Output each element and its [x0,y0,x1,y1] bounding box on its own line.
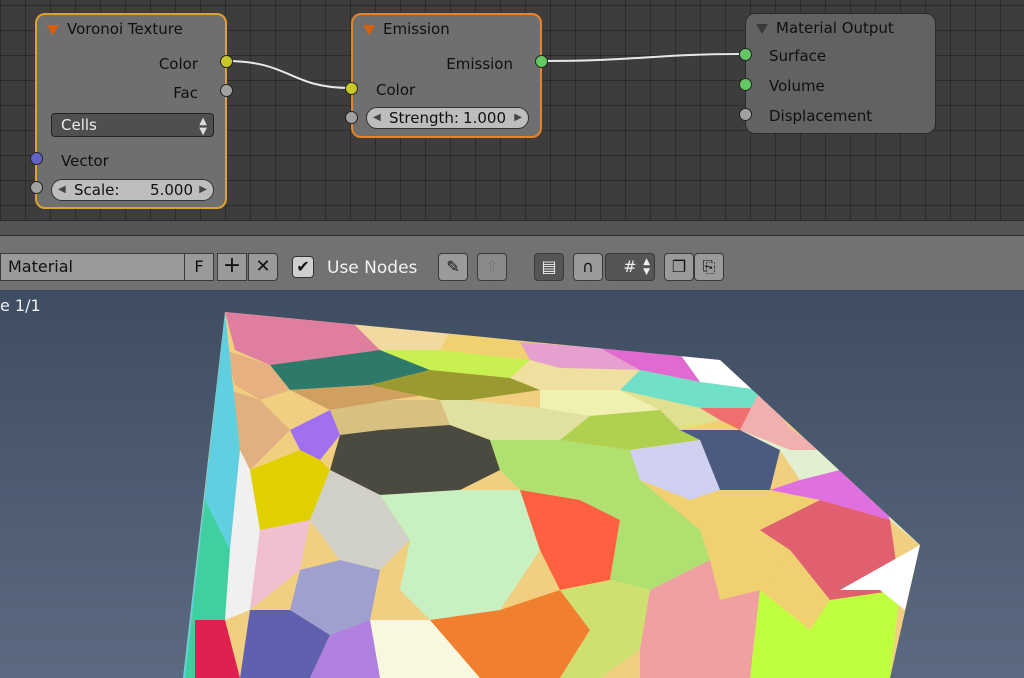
pin-icon: ✎ [446,257,460,276]
voronoi-scale-field[interactable]: ◀ Scale: 5.000 ▶ [51,179,214,201]
select-arrows-icon: ▲ ▼ [643,257,650,277]
voronoi-node-title: Voronoi Texture [67,20,183,38]
checkmark-icon: ✔ [296,257,310,276]
paste-nodes-button[interactable]: ⎘ [694,253,724,281]
plus-icon: + [222,253,242,278]
emission-input-color-label: Color [376,81,416,99]
grid-snap-icon: # [623,257,637,276]
material-output-volume-label: Volume [769,77,825,95]
voronoi-fac-output-socket[interactable] [220,84,233,97]
volume-input-socket[interactable] [739,78,752,91]
pin-button[interactable]: ✎ [438,253,468,281]
link-color-to-color [225,60,351,89]
arrow-up-icon: ⇧ [485,257,499,276]
emission-node-title: Emission [383,20,450,38]
backdrop-button[interactable]: ▤ [534,253,564,281]
emission-node[interactable]: Emission Emission Color ◀ Strength: 1.00… [351,13,542,138]
voronoi-scale-label: Scale: [74,181,120,199]
voronoi-vector-input-socket[interactable] [30,152,43,165]
link-emission-to-surface [541,53,746,62]
material-output-node-title: Material Output [776,19,894,37]
emission-strength-label: Strength: [389,109,459,127]
decrement-arrow-icon[interactable]: ◀ [373,108,381,128]
unlink-material-button[interactable]: ✕ [248,253,278,281]
voronoi-input-vector-label: Vector [61,152,109,170]
voronoi-scale-value: 5.000 [150,181,193,199]
copy-nodes-button[interactable]: ❐ [664,253,694,281]
close-icon: ✕ [255,256,271,277]
increment-arrow-icon[interactable]: ▶ [199,180,207,200]
material-name-value: Material [8,257,73,276]
voronoi-node-header[interactable]: Voronoi Texture [37,15,225,43]
select-arrows-icon: ▲ ▼ [199,116,207,137]
collapse-triangle-icon[interactable] [47,25,59,35]
material-name-field[interactable]: Material [0,253,185,281]
voronoi-output-color-label: Color [158,55,198,73]
area-divider[interactable] [0,220,1024,236]
surface-input-socket[interactable] [739,48,752,61]
emission-strength-field[interactable]: ◀ Strength: 1.000 ▶ [366,107,529,129]
collapse-triangle-icon[interactable] [363,25,375,35]
snap-toggle-button[interactable]: ∩ [573,253,603,281]
material-output-surface-label: Surface [769,47,827,65]
fake-user-label: F [194,257,204,276]
snap-element-select[interactable]: # ▲ ▼ [605,253,655,281]
new-material-button[interactable]: + [217,253,247,281]
voronoi-coloring-select[interactable]: Cells ▲ ▼ [51,113,214,137]
displacement-input-socket[interactable] [739,108,752,121]
material-output-node[interactable]: Material Output Surface Volume Displacem… [745,13,936,134]
go-to-parent-button[interactable]: ⇧ [477,253,507,281]
emission-color-input-socket[interactable] [345,82,358,95]
voronoi-coloring-value: Cells [61,116,97,134]
voronoi-texture-node[interactable]: Voronoi Texture Color Fac Cells ▲ ▼ Vecto… [35,13,227,209]
backdrop-icon: ▤ [541,257,557,276]
use-nodes-checkbox[interactable]: ✔ [292,256,314,278]
magnet-icon: ∩ [582,257,594,276]
voronoi-scale-input-socket[interactable] [30,181,43,194]
emission-strength-input-socket[interactable] [345,111,358,124]
material-output-displacement-label: Displacement [769,107,873,125]
fake-user-button[interactable]: F [184,253,214,281]
emission-strength-value: 1.000 [463,109,506,127]
use-nodes-label[interactable]: Use Nodes [327,258,417,278]
material-output-node-header[interactable]: Material Output [746,14,935,42]
copy-icon: ❐ [671,257,687,276]
voronoi-output-fac-label: Fac [173,84,198,102]
emission-output-socket[interactable] [535,55,548,68]
collapse-triangle-icon[interactable] [756,24,768,34]
node-editor[interactable]: Voronoi Texture Color Fac Cells ▲ ▼ Vecto… [0,0,1024,220]
paste-icon: ⎘ [702,257,716,276]
emission-node-header[interactable]: Emission [353,15,540,43]
3d-viewport[interactable]: e 1/1 [0,290,1024,678]
voronoi-cube-render [183,312,920,678]
voronoi-color-output-socket[interactable] [220,55,233,68]
decrement-arrow-icon[interactable]: ◀ [58,180,66,200]
emission-output-label: Emission [446,55,513,73]
increment-arrow-icon[interactable]: ▶ [514,108,522,128]
